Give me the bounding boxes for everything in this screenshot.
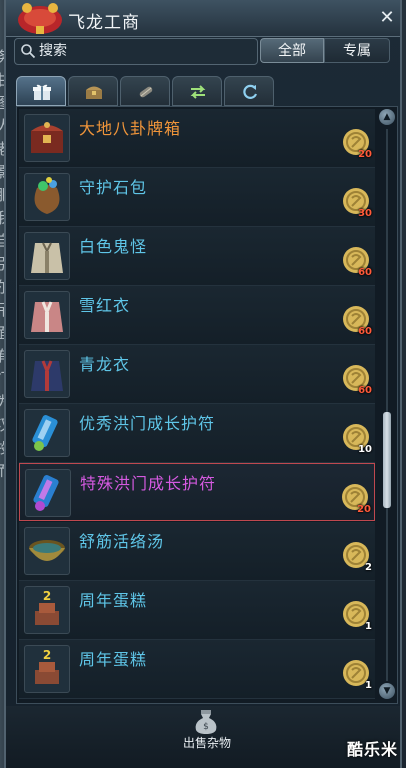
scroll-track[interactable] [386,129,388,681]
gift-box-icon [33,84,51,100]
item-price: 1 [341,658,373,691]
item-row[interactable]: 雪红衣 60 [19,286,375,345]
scroll-up-button[interactable]: ▲ [379,109,395,125]
item-row[interactable]: 舒筋活络汤 2 [19,522,375,581]
tab-scrolls[interactable] [120,76,170,106]
item-name: 白色鬼怪 [79,237,148,256]
item-price-value: 2 [365,562,372,573]
item-list[interactable]: 大地八卦牌箱 20 守护石包 30 白色鬼怪 60 雪红衣 60 青龙衣 60 优秀洪门成长护符 10… [16,106,398,704]
item-name: 舒筋活络汤 [79,532,165,551]
anniversary-cake-icon: 2 [24,586,70,634]
search-input[interactable] [39,41,249,61]
svg-text:2: 2 [43,648,51,662]
item-price-value: 1 [365,680,372,691]
item-price-value: 20 [357,504,371,515]
item-price: 60 [341,245,373,278]
close-button[interactable]: ✕ [378,8,396,28]
tab-chests[interactable] [68,76,118,106]
search-box[interactable] [14,38,258,65]
window-title: 飞龙工商 [68,13,140,33]
item-price: 10 [341,422,373,455]
scroll-icon [139,86,153,98]
sell-junk-button[interactable]: $ 出售杂物 [162,706,252,756]
refresh-icon [243,84,258,99]
scroll-thumb[interactable] [383,411,391,508]
treasure-chest-icon [86,86,102,99]
lantern-decoration-icon [18,3,62,34]
tab-exchange[interactable] [172,76,222,106]
footer-bar: $ 出售杂物 [6,706,400,768]
tab-gifts[interactable] [16,76,66,106]
dragon-robe-icon [24,350,70,398]
item-price-value: 60 [358,267,372,278]
svg-text:2: 2 [43,589,51,603]
filter-all-button[interactable]: 全部 [260,38,324,63]
item-name: 优秀洪门成长护符 [79,414,216,433]
white-ghost-costume-icon [24,232,70,280]
item-price: 2 [341,540,373,573]
item-name: 特殊洪门成长护符 [80,474,217,493]
item-name: 周年蛋糕 [79,650,148,669]
item-price-value: 1 [365,621,372,632]
item-price-value: 30 [358,208,372,219]
soup-bowl-icon [24,527,70,575]
item-price: 20 [341,127,373,160]
item-row[interactable]: 大地八卦牌箱 20 [19,109,375,168]
scrollbar[interactable]: ▲ ▼ [379,109,395,699]
item-name: 周年蛋糕 [79,591,148,610]
item-price: 60 [341,363,373,396]
item-row[interactable]: 优秀洪门成长护符 10 [19,404,375,463]
item-row[interactable]: 2 周年蛋糕 1 [19,640,375,699]
filter-exclusive-button[interactable]: 专属 [324,38,390,63]
item-name: 雪红衣 [79,296,131,315]
talisman-icon [24,409,70,457]
search-icon [21,44,36,59]
stone-bag-icon [24,173,70,221]
watermark: 酷乐米 [346,740,398,759]
tab-refresh[interactable] [224,76,274,106]
item-price: 1 [341,599,373,632]
item-name: 守护石包 [79,178,148,197]
item-price: 60 [341,304,373,337]
item-name: 青龙衣 [79,355,131,374]
item-price: 20 [340,482,372,515]
treasure-box-icon [24,114,70,162]
item-price: 30 [341,186,373,219]
money-bag-icon: $ [195,710,217,734]
item-price-value: 60 [358,326,372,337]
item-price-value: 10 [358,444,372,455]
sell-junk-label: 出售杂物 [182,736,231,750]
scroll-down-button[interactable]: ▼ [379,683,395,699]
shop-window: 飞龙工商 ✕ 全部 专属 [4,0,402,768]
item-price-value: 60 [358,385,372,396]
svg-text:$: $ [203,722,209,732]
item-row[interactable]: 特殊洪门成长护符 20 [19,463,375,521]
item-row[interactable]: 2 周年蛋糕 1 [19,581,375,640]
exchange-arrows-icon [190,85,206,99]
red-robe-icon [24,291,70,339]
title-bar[interactable]: 飞龙工商 ✕ [6,0,400,37]
item-name: 大地八卦牌箱 [79,119,182,138]
talisman-purple-icon [25,469,71,517]
item-row[interactable]: 白色鬼怪 60 [19,227,375,286]
item-row[interactable]: 守护石包 30 [19,168,375,227]
anniversary-cake-icon: 2 [24,645,70,693]
item-row[interactable]: 青龙衣 60 [19,345,375,404]
item-price-value: 20 [358,149,372,160]
